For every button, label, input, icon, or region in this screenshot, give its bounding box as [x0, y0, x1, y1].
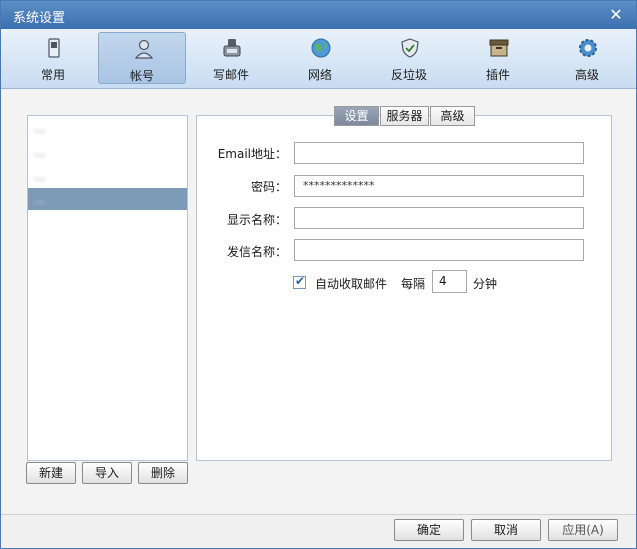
interval-prefix: 每隔 [401, 277, 426, 291]
account-label: ... [34, 169, 46, 183]
interval-input[interactable]: 4 [432, 270, 467, 293]
dialog-footer: 确定 取消 应用(A) [1, 514, 636, 548]
cancel-button[interactable]: 取消 [471, 519, 541, 541]
account-label: ... [34, 192, 46, 206]
close-button[interactable]: ✕ [606, 5, 626, 25]
category-toolbar: 常用 帐号 写邮件 网络 反垃圾 插件 高级 [1, 29, 636, 89]
toolbar-item-plugins[interactable]: 插件 [454, 32, 542, 84]
gear-icon [579, 39, 597, 57]
display-name-label: 显示名称： [226, 213, 287, 227]
toolbar-item-advanced[interactable]: 高级 [543, 32, 631, 84]
account-list[interactable]: ... ... ... ... [27, 115, 188, 461]
toolbar-item-network[interactable]: 网络 [276, 32, 364, 84]
new-account-button[interactable]: 新建 [26, 462, 76, 484]
password-value: ************* [303, 179, 375, 192]
toolbar-item-antispam[interactable]: 反垃圾 [365, 32, 453, 84]
email-field[interactable] [294, 142, 584, 164]
ok-button[interactable]: 确定 [394, 519, 464, 541]
shield-icon [401, 38, 419, 58]
settings-window: 系统设置 ✕ 常用 帐号 写邮件 网络 反垃圾 插件 高级 ... ... ..… [0, 0, 637, 549]
toolbar-item-account[interactable]: 帐号 [98, 32, 186, 84]
toolbar-item-label: 帐号 [129, 69, 154, 83]
toolbar-item-label: 插件 [485, 68, 510, 82]
account-label: ... [34, 121, 46, 135]
title-bar: 系统设置 ✕ [1, 1, 636, 29]
window-title: 系统设置 [13, 11, 66, 26]
close-icon: ✕ [609, 5, 623, 24]
checkmark-icon: ✔ [295, 274, 306, 288]
toolbar-item-general[interactable]: 常用 [9, 32, 97, 84]
account-list-item-selected[interactable]: ... [28, 188, 187, 210]
tab-advanced[interactable]: 高级 [430, 106, 475, 126]
content-area: ... ... ... ... 新建 导入 删除 设置 服务器 高级 Email… [1, 90, 636, 514]
sender-name-field[interactable] [294, 239, 584, 261]
user-icon [134, 39, 154, 59]
toolbar-item-label: 网络 [307, 68, 332, 82]
auto-receive-label: 自动收取邮件 [315, 277, 388, 291]
interval-unit: 分钟 [473, 277, 498, 291]
account-list-item[interactable]: ... [28, 165, 187, 187]
globe-icon [311, 38, 331, 58]
toolbar-item-compose[interactable]: 写邮件 [187, 32, 275, 84]
delete-account-button[interactable]: 删除 [138, 462, 188, 484]
plugin-box-icon [489, 39, 509, 57]
password-field[interactable]: ************* [294, 175, 584, 197]
phone-icon [48, 38, 60, 58]
toolbar-item-label: 写邮件 [212, 68, 249, 82]
toolbar-item-label: 高级 [574, 68, 599, 82]
toolbar-item-label: 反垃圾 [390, 68, 427, 82]
account-list-item[interactable]: ... [28, 117, 187, 139]
toolbar-item-label: 常用 [40, 68, 65, 82]
email-label: Email地址： [217, 147, 287, 161]
account-list-item[interactable]: ... [28, 141, 187, 163]
sender-name-label: 发信名称： [226, 245, 287, 259]
tab-settings[interactable]: 设置 [334, 106, 379, 126]
display-name-field[interactable] [294, 207, 584, 229]
tab-server[interactable]: 服务器 [380, 106, 429, 126]
import-account-button[interactable]: 导入 [82, 462, 132, 484]
account-label: ... [34, 145, 46, 159]
auto-receive-checkbox[interactable]: ✔ [293, 274, 306, 289]
compose-icon [223, 39, 241, 57]
apply-button[interactable]: 应用(A) [548, 519, 618, 541]
password-label: 密码： [250, 180, 287, 194]
